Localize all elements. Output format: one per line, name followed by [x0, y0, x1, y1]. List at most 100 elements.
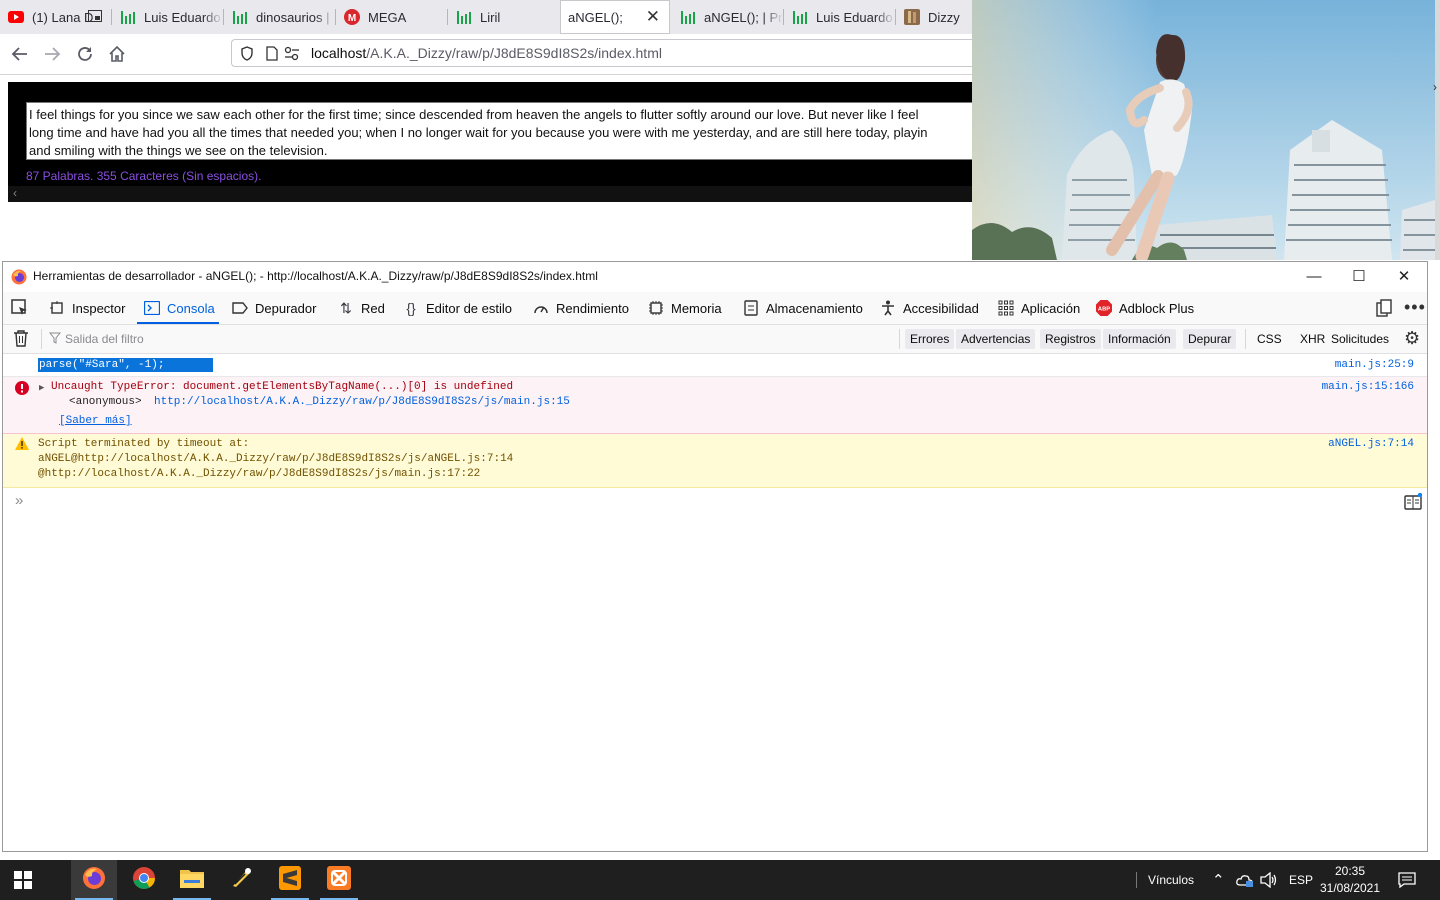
filter-errors-button[interactable]: Errores [905, 329, 955, 349]
devtools-titlebar[interactable]: Herramientas de desarrollador - aNGEL();… [3, 262, 1427, 290]
scroll-left-icon[interactable]: ‹ [13, 186, 17, 200]
horizontal-scrollbar[interactable]: ‹ [8, 186, 972, 202]
clock-time: 20:35 [1334, 864, 1366, 878]
tab-label: Adblock Plus [1119, 300, 1195, 316]
warning-icon [15, 437, 29, 456]
tab-performance[interactable]: Rendimiento [533, 292, 629, 324]
taskbar-file-explorer[interactable] [169, 860, 215, 900]
bar-chart-icon [680, 9, 696, 25]
input-source-link[interactable]: main.js:25:9 [1335, 358, 1414, 373]
show-hidden-icons-icon[interactable]: ⌃ [1212, 860, 1225, 900]
error-source-link[interactable]: main.js:15:166 [1322, 380, 1414, 395]
notifications-icon[interactable] [1398, 860, 1416, 900]
taskbar-firefox[interactable] [71, 860, 117, 900]
maximize-button[interactable]: ☐ [1336, 262, 1382, 290]
close-window-button[interactable]: ✕ [1381, 262, 1427, 290]
tab-label: Luis Eduardo [144, 9, 221, 25]
tab-inspector[interactable]: Inspector [49, 292, 125, 324]
error-frame-link[interactable]: http://localhost/A.K.A._Dizzy/raw/p/J8dE… [154, 395, 570, 410]
accessibility-icon [880, 300, 896, 316]
filter-logs-button[interactable]: Registros [1040, 329, 1101, 349]
url-text[interactable]: localhost/A.K.A._Dizzy/raw/p/J8dE8S9dI8S… [311, 45, 662, 61]
url-bar[interactable]: localhost/A.K.A._Dizzy/raw/p/J8dE8S9dI8S… [231, 39, 991, 67]
filter-input[interactable]: Salida del filtro [48, 329, 889, 349]
pick-element-icon[interactable] [11, 299, 29, 322]
storage-icon [743, 300, 759, 316]
tab-debugger[interactable]: Depurador [232, 292, 316, 324]
onedrive-icon[interactable] [1236, 860, 1254, 900]
shield-icon[interactable] [240, 46, 254, 66]
filter-warnings-button[interactable]: Advertencias [956, 329, 1036, 349]
home-button[interactable] [103, 40, 131, 68]
debugger-icon [232, 300, 248, 316]
warning-source-link[interactable]: aNGEL.js:7:14 [1328, 437, 1414, 452]
page-icon[interactable] [266, 46, 278, 66]
minimize-button[interactable]: — [1291, 262, 1337, 290]
clock[interactable]: 20:35 31/08/2021 [1316, 860, 1384, 900]
console-warning-message: Script terminated by timeout at: aNGEL.j… [3, 434, 1427, 488]
taskbar-chrome[interactable] [121, 860, 167, 900]
taskbar-tool-app[interactable] [218, 860, 264, 900]
console-input[interactable] [3, 488, 1427, 850]
taskbar-xampp[interactable] [316, 860, 362, 900]
tab-dizzy[interactable]: Dizzy [896, 0, 972, 34]
tools-icon [229, 866, 253, 895]
tab-label: Accesibilidad [903, 300, 979, 316]
warning-frame-1[interactable]: aNGEL@http://localhost/A.K.A._Dizzy/raw/… [38, 452, 513, 467]
back-button[interactable] [6, 40, 34, 68]
filter-icon [48, 332, 62, 347]
links-toolbar-label[interactable]: Vínculos [1148, 860, 1194, 900]
language-indicator[interactable]: ESP [1289, 860, 1313, 900]
video-image [972, 0, 1435, 260]
text-area[interactable]: I feel things for you since we saw each … [26, 102, 972, 160]
tab-angel-active[interactable]: aNGEL(); ✕ [560, 0, 670, 34]
start-button[interactable] [0, 860, 46, 900]
expand-arrow-icon[interactable]: ▶ [39, 381, 44, 396]
more-options-icon[interactable]: ••• [1404, 297, 1426, 318]
tab-network[interactable]: ⇅ Red [338, 292, 385, 324]
navigation-bar: localhost/A.K.A._Dizzy/raw/p/J8dE8S9dI8S… [0, 34, 991, 75]
trash-icon[interactable] [13, 330, 29, 352]
reload-button[interactable] [71, 40, 99, 68]
learn-more-link[interactable]: [Saber más] [59, 414, 132, 429]
devtools-window: Herramientas de desarrollador - aNGEL();… [2, 261, 1428, 852]
permissions-icon[interactable] [284, 46, 300, 66]
tab-luis-eduardo-2[interactable]: Luis Eduardo [784, 0, 895, 34]
svg-text:ABP: ABP [1098, 307, 1110, 313]
forward-button[interactable] [38, 40, 66, 68]
tab-style-editor[interactable]: {} Editor de estilo [403, 292, 512, 324]
bar-chart-icon [120, 9, 136, 25]
filter-requests-button[interactable]: Solicitudes [1326, 329, 1394, 349]
volume-icon[interactable] [1260, 860, 1278, 900]
tab-label: Depurador [255, 300, 317, 316]
editor-mode-icon[interactable] [1404, 492, 1423, 516]
tab-storage[interactable]: Almacenamiento [743, 292, 863, 324]
filter-css-button[interactable]: CSS [1252, 329, 1287, 349]
pip-icon[interactable] [88, 9, 102, 23]
input-echo-selection[interactable]: parse("#Sara", -1); [38, 358, 213, 372]
tab-adblock-plus[interactable]: ABP Adblock Plus [1096, 292, 1194, 324]
text-line: I feel things for you since we saw each … [29, 107, 919, 122]
taskbar-sublime-text[interactable] [267, 860, 313, 900]
tab-console[interactable]: Consola [144, 292, 215, 324]
memory-icon [648, 300, 664, 316]
settings-gear-icon[interactable]: ⚙ [1404, 329, 1420, 347]
tab-mega[interactable]: M MEGA [336, 0, 447, 34]
tab-liril[interactable]: Liril [448, 0, 559, 34]
warning-frame-2[interactable]: @http://localhost/A.K.A._Dizzy/raw/p/J8d… [38, 467, 480, 482]
firefox-icon [11, 269, 27, 290]
video-frame[interactable] [972, 0, 1435, 260]
tab-angel-pr[interactable]: aNGEL(); | Pr [672, 0, 783, 34]
tab-dinosaurios[interactable]: dinosaurios | [224, 0, 335, 34]
filter-info-button[interactable]: Información [1103, 329, 1176, 349]
performance-icon [533, 300, 549, 316]
xampp-icon [327, 865, 351, 895]
tab-accessibility[interactable]: Accesibilidad [880, 292, 979, 324]
close-tab-icon[interactable]: ✕ [646, 7, 660, 27]
tab-application[interactable]: Aplicación [998, 292, 1080, 324]
tab-memory[interactable]: Memoria [648, 292, 722, 324]
filter-debug-button[interactable]: Depurar [1183, 329, 1237, 349]
dock-icon[interactable] [1376, 299, 1392, 322]
tab-luis-eduardo-1[interactable]: Luis Eduardo [112, 0, 223, 34]
youtube-icon [8, 9, 24, 25]
